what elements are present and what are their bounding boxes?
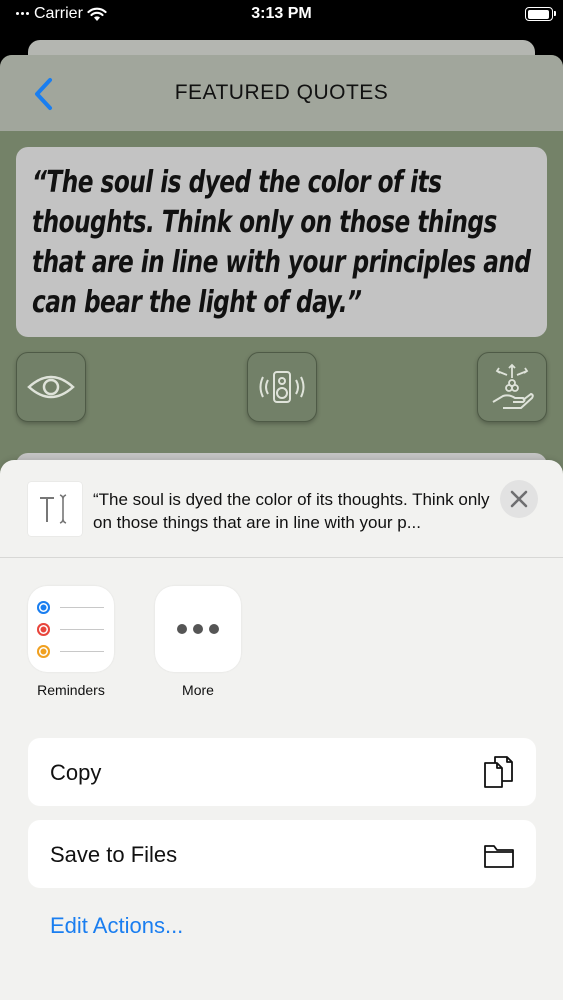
app-label: Reminders (37, 682, 105, 698)
app-reminders[interactable]: Reminders (21, 586, 121, 698)
battery-fill (527, 9, 550, 19)
app-header: FEATURED QUOTES (0, 55, 563, 131)
save-to-files-action[interactable]: Save to Files (28, 820, 536, 888)
more-icon (155, 586, 241, 672)
quote-text: “The soul is dyed the color of its thoug… (32, 165, 531, 320)
text-cursor-icon (40, 494, 67, 524)
preview-text: “The soul is dyed the color of its thoug… (93, 490, 490, 532)
status-time: 3:13 PM (251, 5, 312, 22)
edit-actions-link[interactable]: Edit Actions... (50, 913, 183, 939)
action-label: Save to Files (50, 842, 178, 867)
copy-icon (484, 756, 513, 788)
page-title: FEATURED QUOTES (174, 81, 389, 104)
share-preview: “The soul is dyed the color of its thoug… (0, 460, 563, 558)
action-label: Copy (50, 760, 102, 785)
quote-card: “The soul is dyed the color of its thoug… (16, 147, 547, 337)
app-label: More (182, 682, 214, 698)
close-button[interactable] (500, 480, 538, 518)
battery-icon (525, 7, 556, 21)
app-more[interactable]: More (148, 586, 248, 698)
folder-icon (484, 845, 514, 868)
share-hand-icon (492, 363, 534, 409)
speaker-icon (259, 371, 305, 403)
view-button[interactable] (16, 352, 86, 422)
share-button[interactable] (477, 352, 547, 422)
close-icon (510, 490, 528, 508)
share-sheet: “The soul is dyed the color of its thoug… (0, 460, 563, 1000)
status-bar: Carrier 3:13 PM (0, 0, 563, 30)
share-apps-row: Reminders More (0, 586, 563, 706)
eye-icon (27, 375, 75, 399)
speaker-button[interactable] (247, 352, 317, 422)
reminders-icon (28, 586, 114, 672)
preview-thumbnail (28, 482, 82, 536)
copy-action[interactable]: Copy (28, 738, 536, 806)
